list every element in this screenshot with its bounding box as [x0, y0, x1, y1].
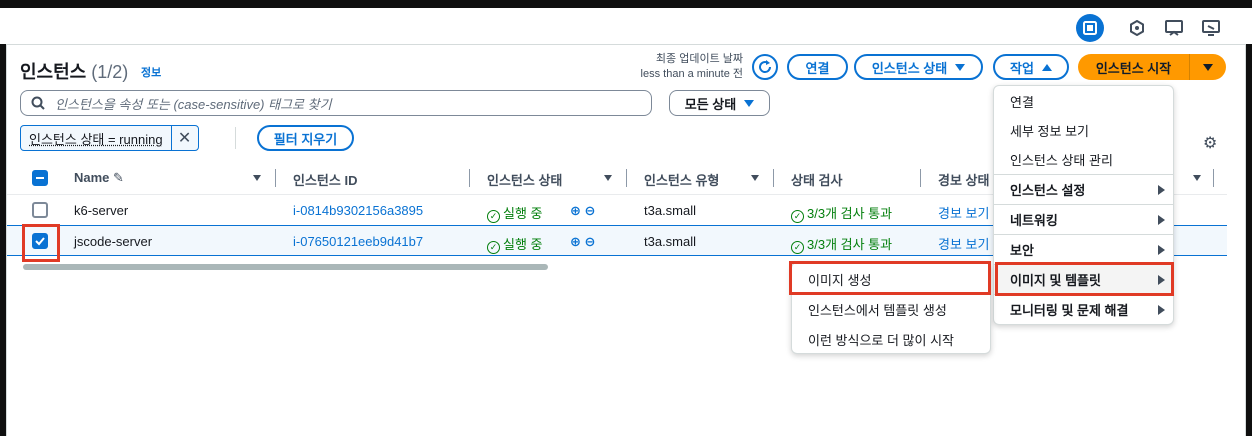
- column-header-instance-state[interactable]: 인스턴스 상태: [487, 170, 562, 189]
- refresh-icon: [759, 60, 772, 73]
- search-icon: [31, 96, 45, 110]
- menu-item-manage-state[interactable]: 인스턴스 상태 관리: [994, 144, 1173, 174]
- menu-item-monitoring[interactable]: 모니터링 및 문제 해결: [994, 294, 1173, 324]
- check-circle-icon: ✓: [791, 210, 804, 223]
- check-circle-icon: ✓: [791, 241, 804, 254]
- select-all-checkbox[interactable]: [32, 170, 48, 186]
- horizontal-scrollbar[interactable]: [23, 264, 548, 270]
- instance-type: t3a.small: [644, 234, 697, 249]
- zoom-out-icon[interactable]: ⊖: [585, 203, 596, 218]
- column-header-alarm-status[interactable]: 경보 상태: [938, 170, 989, 189]
- gear-icon[interactable]: ⚙: [1203, 133, 1217, 153]
- sort-icon[interactable]: [751, 175, 759, 181]
- view-alarms-link[interactable]: 경보 보기: [938, 203, 989, 222]
- filter-token: 인스턴스 상태 = running ✕: [20, 125, 199, 151]
- info-link[interactable]: 정보: [141, 64, 161, 80]
- support-icon[interactable]: [1200, 17, 1222, 39]
- instance-type: t3a.small: [644, 203, 697, 218]
- row-checkbox[interactable]: [32, 202, 48, 218]
- menu-item-security[interactable]: 보안: [994, 234, 1173, 264]
- last-update: 최종 업데이트 날짜 less than a minute 전: [640, 53, 743, 80]
- sort-icon[interactable]: [1193, 175, 1201, 181]
- filter-token-label[interactable]: 인스턴스 상태 = running: [21, 126, 172, 150]
- status-check: ✓ 3/3개 검사 통과: [791, 234, 892, 254]
- chevron-up-icon: [1041, 63, 1052, 71]
- menu-item-create-template[interactable]: 인스턴스에서 템플릿 생성: [792, 294, 990, 324]
- instance-state-button[interactable]: 인스턴스 상태: [854, 54, 983, 80]
- launch-instance-split-button: 인스턴스 시작: [1078, 54, 1226, 80]
- column-header-instance-type[interactable]: 인스턴스 유형: [644, 170, 719, 189]
- status-check: ✓ 3/3개 검사 통과: [791, 203, 892, 223]
- notifications-icon[interactable]: [1126, 17, 1148, 39]
- connect-button[interactable]: 연결: [787, 54, 848, 80]
- highlight-annotation: [789, 261, 991, 295]
- actions-button[interactable]: 작업: [993, 54, 1069, 80]
- chevron-down-icon: [955, 63, 966, 71]
- check-circle-icon: ✓: [487, 210, 500, 223]
- instance-name: jscode-server: [74, 234, 153, 249]
- menu-item-networking[interactable]: 네트워킹: [994, 204, 1173, 234]
- zoom-out-icon[interactable]: ⊖: [585, 234, 596, 249]
- instance-count: (1/2): [91, 62, 129, 82]
- sort-icon[interactable]: [253, 175, 261, 181]
- chevron-right-icon: [1158, 214, 1165, 225]
- menu-item-view-details[interactable]: 세부 정보 보기: [994, 115, 1173, 145]
- view-alarms-link[interactable]: 경보 보기: [938, 234, 989, 253]
- zoom-in-icon[interactable]: ⊕: [570, 203, 581, 218]
- instance-state: ✓ 실행 중: [487, 203, 543, 223]
- zoom-in-icon[interactable]: ⊕: [570, 234, 581, 249]
- page-title: 인스턴스 (1/2): [20, 62, 129, 82]
- chevron-down-icon: [744, 99, 755, 107]
- menu-item-instance-settings[interactable]: 인스턴스 설정: [994, 174, 1173, 204]
- divider: [235, 127, 236, 149]
- menu-item-launch-more[interactable]: 이런 방식으로 더 많이 시작: [792, 324, 990, 354]
- zoom-icons[interactable]: ⊕ ⊖: [570, 234, 595, 250]
- sort-icon[interactable]: [604, 175, 612, 181]
- instance-id-link[interactable]: i-0814b9302156a3895: [293, 203, 423, 218]
- zoom-icons[interactable]: ⊕ ⊖: [570, 203, 595, 219]
- instance-state: ✓ 실행 중: [487, 234, 543, 254]
- chevron-right-icon: [1158, 244, 1165, 255]
- column-header-instance-id[interactable]: 인스턴스 ID: [293, 170, 357, 189]
- top-bar: [0, 0, 1252, 44]
- clear-filters-button[interactable]: 필터 지우기: [257, 125, 354, 151]
- launch-dropdown-button[interactable]: [1190, 54, 1226, 80]
- highlight-annotation: [22, 224, 60, 262]
- chevron-right-icon: [1158, 184, 1165, 195]
- state-filter-select[interactable]: 모든 상태: [669, 90, 770, 116]
- refresh-button[interactable]: [752, 54, 778, 80]
- chevron-right-icon: [1158, 304, 1165, 315]
- search-input[interactable]: 인스턴스을 속성 또는 (case-sensitive) 태그로 찾기: [20, 90, 652, 116]
- highlight-annotation: [995, 262, 1174, 296]
- column-header-name[interactable]: Name ✎: [74, 170, 124, 186]
- check-circle-icon: ✓: [487, 241, 500, 254]
- chevron-down-icon: [1203, 63, 1213, 71]
- instances-panel: 인스턴스 (1/2) 정보 최종 업데이트 날짜 less than a min…: [6, 44, 1246, 436]
- menu-item-connect[interactable]: 연결: [994, 86, 1173, 116]
- instance-id-link[interactable]: i-07650121eeb9d41b7: [293, 234, 423, 249]
- feedback-icon[interactable]: [1163, 17, 1185, 39]
- close-icon[interactable]: ✕: [172, 126, 198, 150]
- instance-name: k6-server: [74, 203, 129, 218]
- cloudshell-panel-icon[interactable]: [1076, 14, 1104, 42]
- column-header-status-check[interactable]: 상태 검사: [791, 170, 842, 189]
- launch-instance-button[interactable]: 인스턴스 시작: [1078, 54, 1190, 80]
